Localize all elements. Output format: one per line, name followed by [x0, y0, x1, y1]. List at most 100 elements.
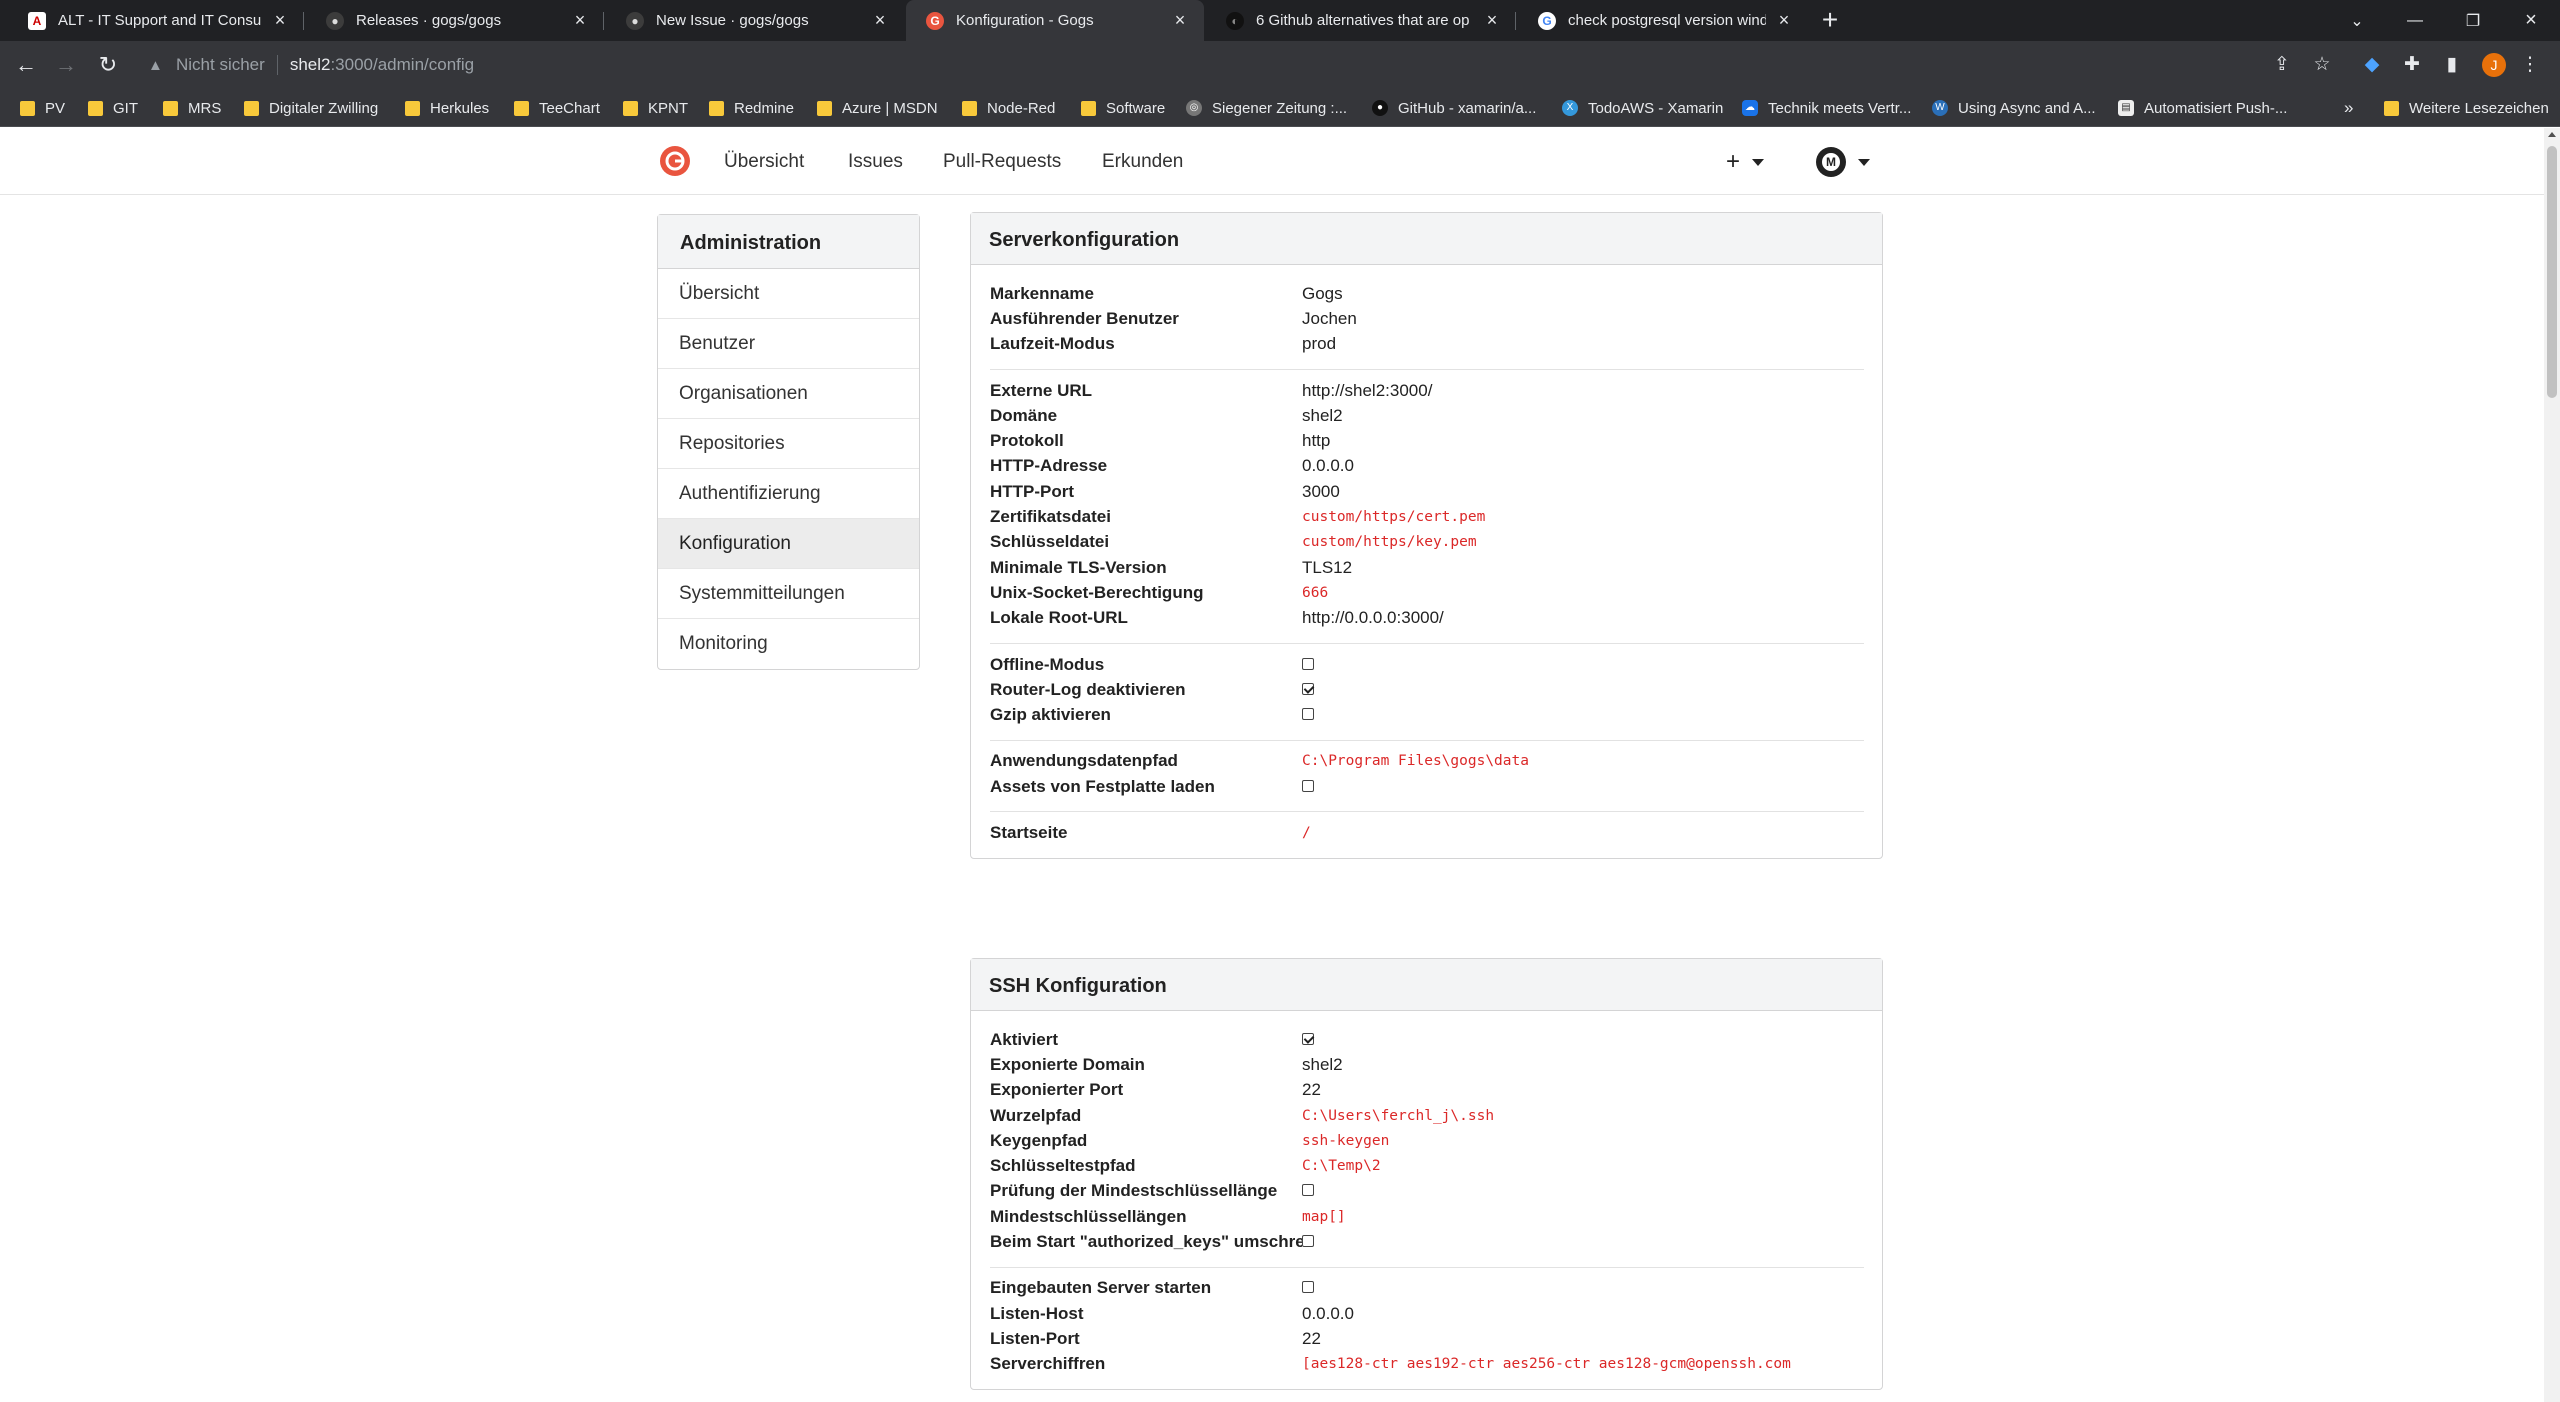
globe-icon: ◎: [1186, 100, 1202, 116]
gogs-logo-icon[interactable]: [658, 144, 692, 178]
browser-tab-releases[interactable]: ● Releases · gogs/gogs ×: [306, 0, 604, 41]
address-bar[interactable]: ▲ Nicht sicher shel2:3000/admin/config: [138, 47, 2338, 83]
bookmarks-bar: PV GIT MRS Digitaler Zwilling Herkules T…: [0, 89, 2560, 127]
config-value: map[]: [1302, 1208, 1346, 1225]
close-icon[interactable]: ×: [870, 10, 890, 31]
config-row-exponierter-port: Exponierter Port 22: [990, 1078, 1864, 1103]
bookmarks-overflow-button[interactable]: »: [2344, 89, 2353, 127]
security-label[interactable]: Nicht sicher: [176, 55, 265, 75]
nav-uebersicht[interactable]: Übersicht: [724, 128, 804, 195]
sidebar-item-monitoring[interactable]: Monitoring: [658, 619, 919, 669]
extension-cloud-icon[interactable]: ◆: [2360, 53, 2384, 77]
page-scrollbar[interactable]: [2544, 128, 2560, 1402]
new-tab-button[interactable]: +: [1816, 6, 1844, 35]
bookmark-node-red[interactable]: Node-Red: [962, 89, 1055, 127]
sidebar-item-konfiguration[interactable]: Konfiguration: [658, 519, 919, 569]
config-row-eingebauten-server-starten: Eingebauten Server starten: [990, 1276, 1864, 1301]
caret-down-icon: [1858, 158, 1870, 166]
config-key: HTTP-Port: [990, 481, 1075, 501]
bookmark-software[interactable]: Software: [1081, 89, 1165, 127]
sidebar-item-repositories[interactable]: Repositories: [658, 419, 919, 469]
scrollbar-thumb[interactable]: [2547, 146, 2557, 398]
close-icon[interactable]: ×: [1774, 10, 1794, 31]
config-row-zertifikatsdatei: Zertifikatsdatei custom/https/cert.pem: [990, 504, 1864, 529]
browser-tab-alt[interactable]: A ALT - IT Support and IT Consultin ×: [8, 0, 304, 41]
scroll-up-icon[interactable]: [2548, 132, 2556, 137]
folder-icon: [20, 100, 35, 116]
config-value: ssh-keygen: [1302, 1132, 1390, 1149]
bookmark-pv[interactable]: PV: [20, 89, 65, 127]
checkbox-unchecked-icon: [1302, 779, 1314, 792]
create-new-dropdown[interactable]: +: [1726, 148, 1765, 176]
share-icon[interactable]: ⇪: [2270, 53, 2294, 77]
config-value: 0.0.0.0: [1302, 1303, 1354, 1323]
bookmark-technik-meets-vertrieb[interactable]: ☁ Technik meets Vertr...: [1742, 89, 1911, 127]
forward-icon[interactable]: →: [52, 51, 80, 79]
browser-tab-github-alternatives[interactable]: ◐ 6 Github alternatives that are op ×: [1206, 0, 1516, 41]
config-row-unix-socket-berechtigung: Unix-Socket-Berechtigung 666: [990, 580, 1864, 605]
bookmark-herkules[interactable]: Herkules: [405, 89, 489, 127]
bookmark-siegener-zeitung[interactable]: ◎ Siegener Zeitung :...: [1186, 89, 1347, 127]
nav-erkunden[interactable]: Erkunden: [1102, 128, 1183, 195]
bookmark-using-async[interactable]: W Using Async and A...: [1932, 89, 2096, 127]
close-icon[interactable]: ×: [270, 10, 290, 31]
folder-icon: [962, 100, 977, 116]
sidebar-item-benutzer[interactable]: Benutzer: [658, 319, 919, 369]
reload-icon[interactable]: ↻: [94, 51, 122, 79]
bookmark-github-xamarin[interactable]: ● GitHub - xamarin/a...: [1372, 89, 1536, 127]
browser-tab-postgresql[interactable]: G check postgresql version window ×: [1518, 0, 1808, 41]
bookmark-kpnt[interactable]: KPNT: [623, 89, 688, 127]
minimize-icon[interactable]: —: [2386, 0, 2444, 41]
menu-kebab-icon[interactable]: ⋮: [2518, 53, 2542, 77]
config-key: Assets von Festplatte laden: [990, 776, 1215, 796]
config-value: http://0.0.0.0:3000/: [1302, 608, 1444, 628]
bookmark-star-icon[interactable]: ☆: [2310, 53, 2334, 77]
close-icon[interactable]: ×: [1170, 10, 1190, 31]
nav-pull-requests[interactable]: Pull-Requests: [943, 128, 1061, 195]
bookmark-teechart[interactable]: TeeChart: [514, 89, 600, 127]
extensions-puzzle-icon[interactable]: ✚: [2400, 53, 2424, 77]
config-key: Laufzeit-Modus: [990, 334, 1115, 354]
config-value: prod: [1302, 334, 1337, 354]
sidebar-item-authentifizierung[interactable]: Authentifizierung: [658, 469, 919, 519]
bookmark-todoaws[interactable]: X TodoAWS - Xamarin: [1562, 89, 1723, 127]
folder-icon: [163, 100, 178, 116]
user-dropdown[interactable]: M: [1816, 146, 1870, 178]
browser-tab-new-issue[interactable]: ● New Issue · gogs/gogs ×: [606, 0, 904, 41]
alt-favicon-icon: A: [28, 11, 46, 30]
side-panel-icon[interactable]: ▮: [2440, 53, 2464, 77]
bookmark-mrs[interactable]: MRS: [163, 89, 221, 127]
bookmark-azure-msdn[interactable]: Azure | MSDN: [817, 89, 938, 127]
checkbox-unchecked-icon: [1302, 1235, 1314, 1248]
sidebar-item-uebersicht[interactable]: Übersicht: [658, 269, 919, 319]
window-close-icon[interactable]: ×: [2502, 0, 2560, 41]
tab-search-icon[interactable]: ⌄: [2328, 0, 2386, 41]
config-key: Listen-Host: [990, 1303, 1084, 1323]
config-value: custom/https/key.pem: [1302, 534, 1477, 551]
back-icon[interactable]: ←: [12, 51, 40, 79]
config-key: Anwendungsdatenpfad: [990, 751, 1178, 771]
browser-tab-konfiguration[interactable]: G Konfiguration - Gogs ×: [906, 0, 1204, 41]
sidebar-item-organisationen[interactable]: Organisationen: [658, 369, 919, 419]
folder-icon: [244, 100, 259, 116]
close-icon[interactable]: ×: [1482, 10, 1502, 31]
config-key: Startseite: [990, 822, 1068, 842]
bookmark-redmine[interactable]: Redmine: [709, 89, 794, 127]
bookmark-git[interactable]: GIT: [88, 89, 138, 127]
profile-avatar[interactable]: J: [2482, 53, 2506, 77]
config-row-externe-url: Externe URL http://shel2:3000/: [990, 378, 1864, 403]
bookmark-digitaler-zwilling[interactable]: Digitaler Zwilling: [244, 89, 378, 127]
nav-issues[interactable]: Issues: [848, 128, 903, 195]
config-row-lokale-root-url: Lokale Root-URL http://0.0.0.0:3000/: [990, 606, 1864, 631]
sidebar-item-systemmitteilungen[interactable]: Systemmitteilungen: [658, 569, 919, 619]
config-row-router-log-deaktivieren: Router-Log deaktivieren: [990, 677, 1864, 702]
server-config-panel: Serverkonfiguration Markenname Gogs Ausfüh…: [970, 212, 1883, 859]
restore-icon[interactable]: ❐: [2444, 0, 2502, 41]
bookmark-other-folder[interactable]: Weitere Lesezeichen: [2384, 89, 2549, 127]
bookmark-automatisiert-push[interactable]: ▤ Automatisiert Push-...: [2118, 89, 2287, 127]
close-icon[interactable]: ×: [570, 10, 590, 31]
config-row-schlüsseldatei: Schlüsseldatei custom/https/key.pem: [990, 530, 1864, 555]
config-key: Ausführender Benutzer: [990, 308, 1179, 328]
config-value: http: [1302, 431, 1331, 451]
checkbox-checked-icon: [1302, 682, 1314, 695]
